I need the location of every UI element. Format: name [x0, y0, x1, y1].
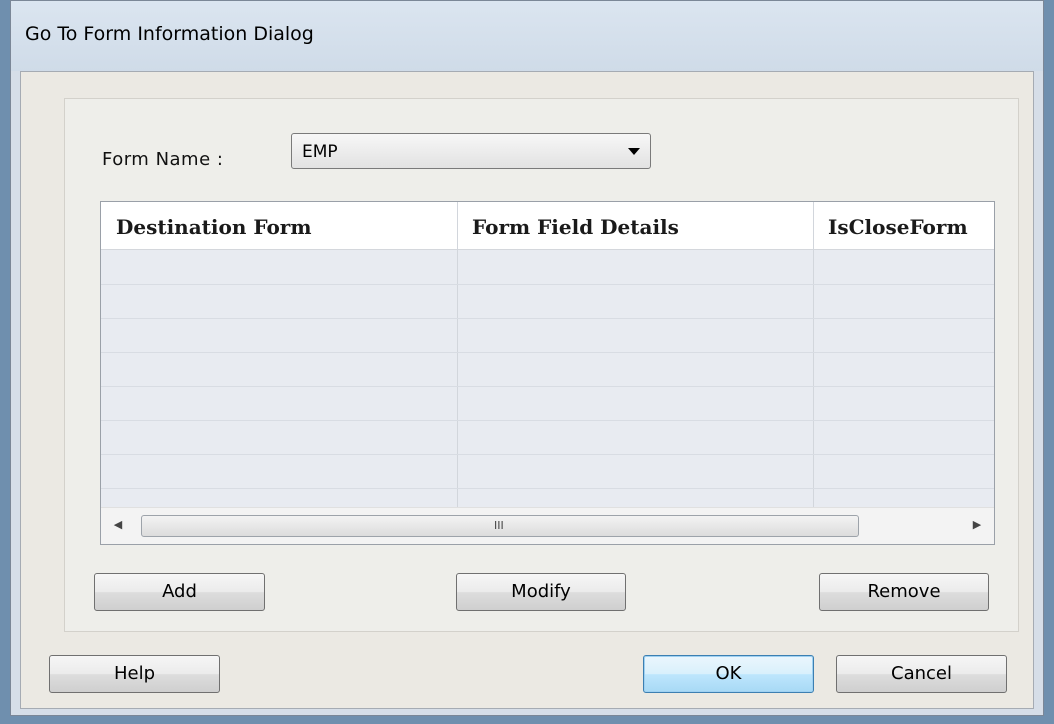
scrollbar-thumb[interactable]: III	[141, 515, 859, 537]
ok-button[interactable]: OK	[643, 655, 814, 693]
column-divider[interactable]	[813, 202, 814, 544]
form-group-panel: Form Name : EMP Destination Form Form Fi…	[64, 98, 1019, 632]
form-name-dropdown[interactable]: EMP	[291, 133, 651, 169]
grid-header: Destination Form Form Field Details IsCl…	[101, 202, 994, 250]
modify-button[interactable]: Modify	[456, 573, 626, 611]
form-name-label: Form Name :	[102, 149, 224, 170]
column-header-form-field-details[interactable]: Form Field Details	[457, 202, 813, 249]
column-header-isclose-form[interactable]: IsCloseForm	[813, 202, 994, 249]
scroll-left-arrow-icon[interactable]: ◀	[109, 516, 127, 534]
cancel-button[interactable]: Cancel	[836, 655, 1007, 693]
add-button[interactable]: Add	[94, 573, 265, 611]
dialog-window: Go To Form Information Dialog Form Name …	[10, 0, 1044, 716]
chevron-down-icon[interactable]	[628, 148, 640, 155]
grid-row-line	[101, 454, 994, 455]
dialog-title: Go To Form Information Dialog	[25, 23, 314, 45]
grid-row-line	[101, 386, 994, 387]
scrollbar-grip: III	[494, 519, 504, 532]
grid-row-line	[101, 420, 994, 421]
help-button[interactable]: Help	[49, 655, 220, 693]
grid-row-line	[101, 318, 994, 319]
column-header-destination-form[interactable]: Destination Form	[101, 202, 457, 249]
remove-button[interactable]: Remove	[819, 573, 989, 611]
scroll-right-arrow-icon[interactable]: ▶	[968, 516, 986, 534]
form-name-value: EMP	[302, 142, 338, 162]
title-bar[interactable]: Go To Form Information Dialog	[11, 1, 1043, 71]
grid-row-line	[101, 352, 994, 353]
grid-row-line	[101, 488, 994, 489]
horizontal-scrollbar[interactable]: ◀ III ▶	[101, 507, 994, 544]
form-info-grid[interactable]: Destination Form Form Field Details IsCl…	[100, 201, 995, 545]
column-divider[interactable]	[457, 202, 458, 544]
dialog-body: Form Name : EMP Destination Form Form Fi…	[20, 71, 1034, 709]
grid-row-line	[101, 284, 994, 285]
